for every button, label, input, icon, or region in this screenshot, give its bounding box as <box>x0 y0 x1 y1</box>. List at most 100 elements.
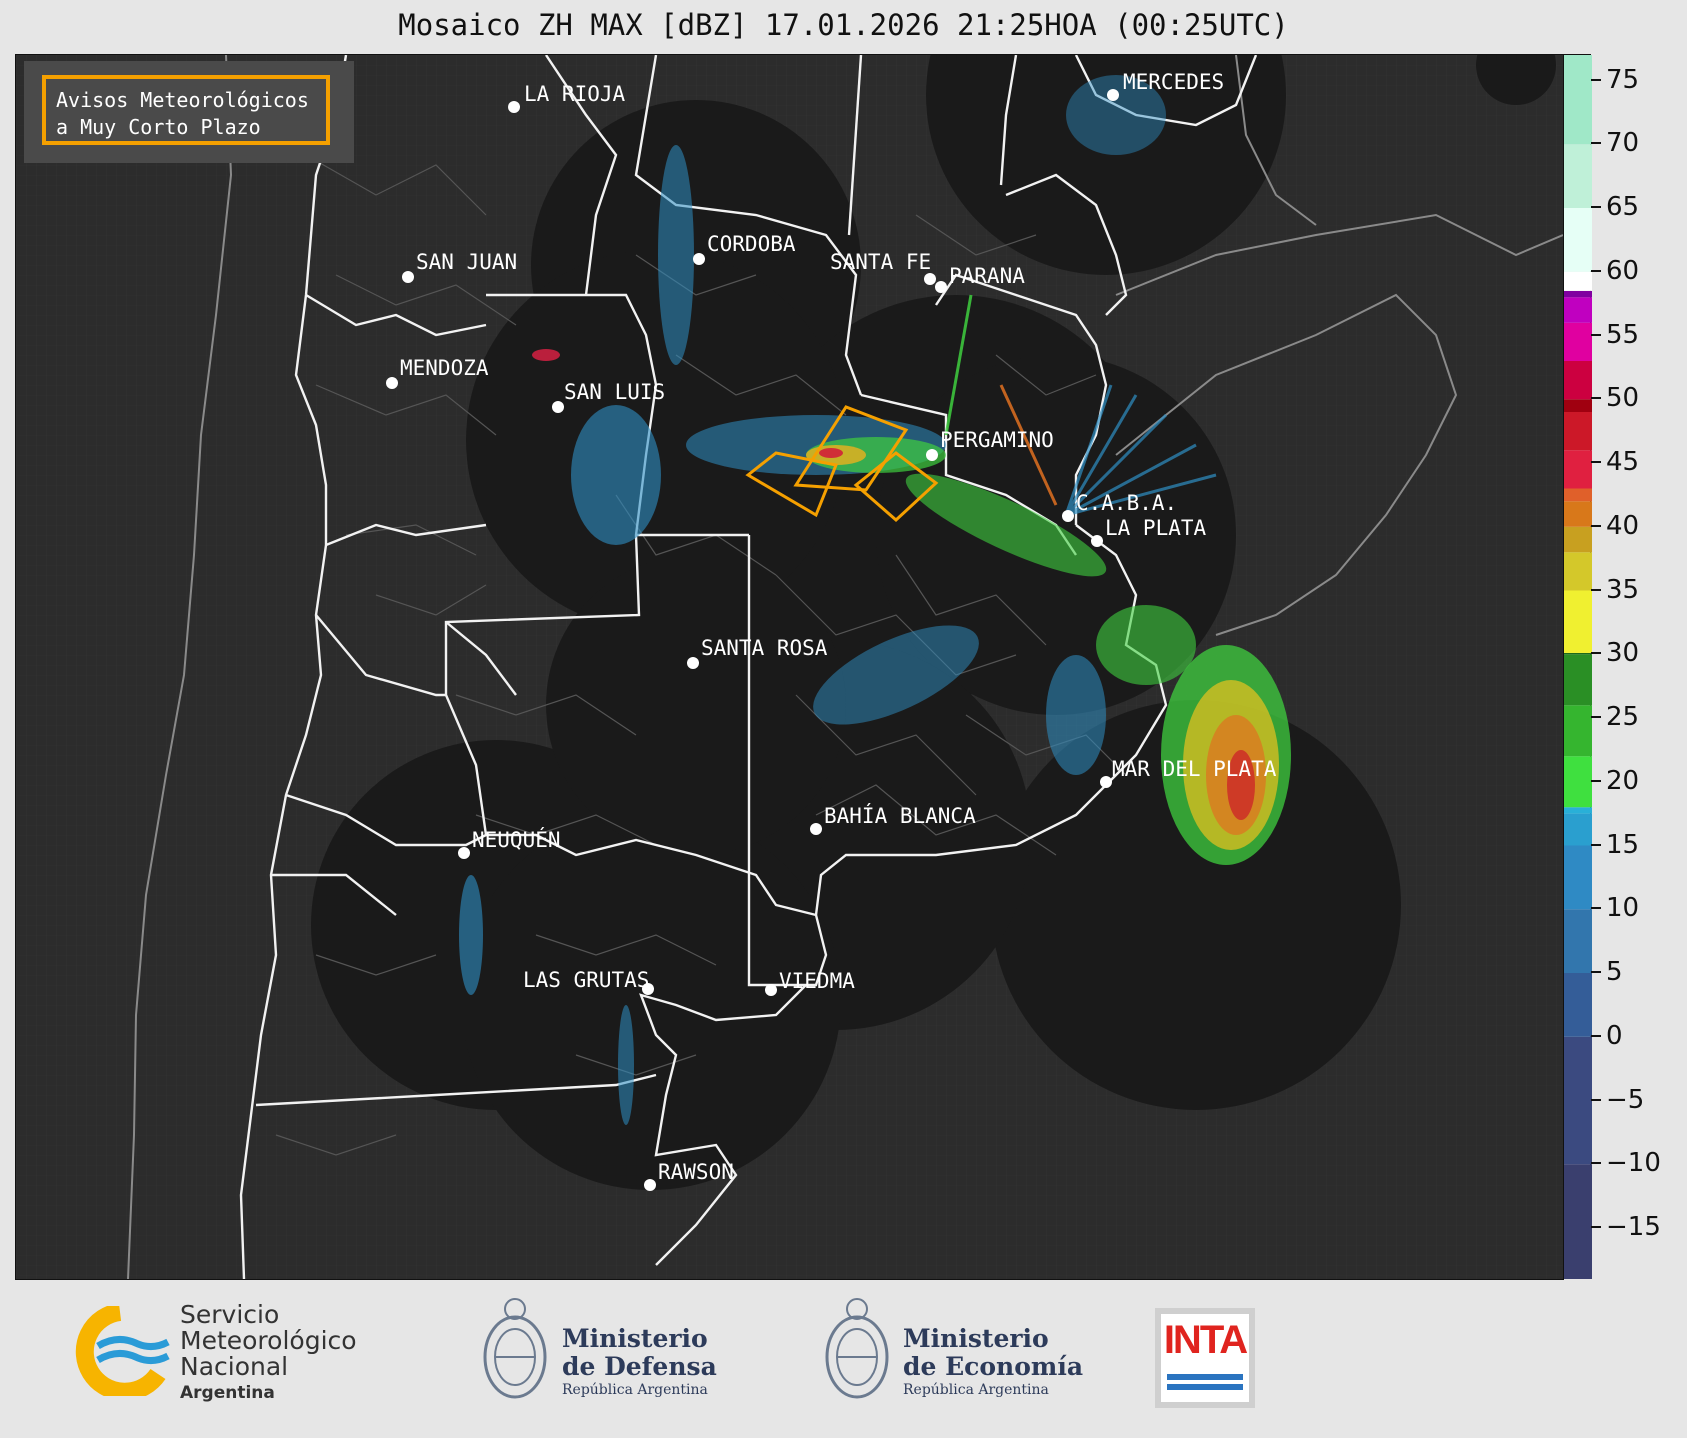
legend-box: Avisos Meteorológicos a Muy Corto Plazo <box>24 61 354 163</box>
colorbar-segment <box>1564 1036 1592 1165</box>
colorbar-tick <box>1591 333 1601 336</box>
city-marker-mercedes[interactable] <box>1107 89 1119 101</box>
economia-name: Ministerio de Economía República Argenti… <box>903 1325 1083 1399</box>
colorbar-tick-label: 15 <box>1606 829 1640 860</box>
economia-coat-of-arms-icon <box>825 1298 889 1399</box>
city-marker-san-luis[interactable] <box>552 401 564 413</box>
echo-coast-band <box>1096 605 1196 685</box>
coverage-las-grutas <box>461 810 841 1190</box>
colorbar-segment <box>1564 973 1592 1037</box>
colorbar-tick <box>1591 78 1601 81</box>
colorbar-segment <box>1564 526 1592 553</box>
colorbar-tick-label: 50 <box>1606 383 1640 414</box>
colorbar-segment <box>1564 322 1592 361</box>
city-label-santa-fe: SANTA FE <box>830 250 931 274</box>
defensa-line-2: de Defensa <box>562 1352 717 1381</box>
colorbar <box>1563 54 1592 1279</box>
colorbar-tick-label: 55 <box>1606 319 1640 350</box>
city-marker-parana[interactable] <box>935 281 947 293</box>
colorbar-tick-label: 25 <box>1606 702 1640 732</box>
echo-mendoza-red <box>532 349 560 361</box>
city-marker-mendoza[interactable] <box>386 377 398 389</box>
city-label-rawson: RAWSON <box>658 1160 734 1184</box>
inta-label: INTA <box>1163 1318 1248 1362</box>
city-label-cordoba: CORDOBA <box>707 232 796 256</box>
city-label-bah-a-blanca: BAHÍA BLANCA <box>824 803 976 828</box>
smn-name: Servicio Meteorológico Nacional Argentin… <box>180 1302 357 1406</box>
echo-las-grutas <box>618 1005 634 1125</box>
city-label-la-plata: LA PLATA <box>1105 516 1207 540</box>
map-canvas[interactable]: LA RIOJA MERCEDES SAN JUAN CORDOBA SANTA FE P… <box>16 55 1563 1279</box>
legend-warning-box: Avisos Meteorológicos a Muy Corto Plazo <box>42 75 330 145</box>
smn-line-4: Argentina <box>180 1383 275 1403</box>
city-label-parana: PARANA <box>949 264 1025 288</box>
economia-line-1: Ministerio <box>903 1324 1049 1353</box>
city-marker-la-plata[interactable] <box>1091 535 1103 547</box>
smn-line-3: Nacional <box>180 1352 289 1381</box>
colorbar-tick-label: 10 <box>1606 893 1640 924</box>
colorbar-tick-label: −15 <box>1606 1212 1661 1242</box>
legend-line-2: a Muy Corto Plazo <box>56 115 261 139</box>
colorbar-tick-label: 60 <box>1606 255 1640 286</box>
colorbar-tick <box>1591 652 1601 655</box>
colorbar-tick-label: 45 <box>1606 447 1640 477</box>
colorbar-segment <box>1564 501 1592 527</box>
city-label-neuqu-n: NEUQUÉN <box>472 827 561 852</box>
colorbar-tick <box>1591 461 1601 463</box>
city-marker-c-a-b-a[interactable] <box>1062 510 1074 522</box>
colorbar-tick-label: 35 <box>1606 574 1640 605</box>
legend-line-1: Avisos Meteorológicos <box>56 88 309 112</box>
colorbar-segment <box>1564 144 1592 208</box>
colorbar-segment <box>1564 297 1592 323</box>
colorbar-tick <box>1591 206 1601 208</box>
colorbar-segment <box>1564 807 1592 814</box>
city-marker-bah-a-blanca[interactable] <box>810 823 822 835</box>
colorbar-tick <box>1591 971 1601 973</box>
colorbar-tick-label: 30 <box>1606 638 1640 669</box>
city-marker-pergamino[interactable] <box>926 449 938 461</box>
echo-cordoba-band <box>658 145 694 365</box>
colorbar-tick <box>1591 142 1601 145</box>
colorbar-segment <box>1564 208 1592 272</box>
city-marker-santa-fe[interactable] <box>924 273 936 285</box>
city-marker-viedma[interactable] <box>765 984 777 996</box>
colorbar-segment <box>1564 909 1592 973</box>
colorbar-segment <box>1564 652 1592 655</box>
city-marker-cordoba[interactable] <box>693 253 705 265</box>
colorbar-segment <box>1564 488 1592 502</box>
colorbar-segment <box>1564 290 1592 298</box>
echo-san-luis <box>571 405 661 545</box>
colorbar-segment <box>1564 361 1592 400</box>
colorbar-tick-label: 5 <box>1606 957 1623 987</box>
city-marker-la-rioja[interactable] <box>508 101 520 113</box>
colorbar-tick <box>1591 1098 1601 1101</box>
colorbar-tick-label: 65 <box>1606 192 1640 222</box>
colorbar-tick <box>1591 1162 1601 1165</box>
city-label-c-a-b-a: C.A.B.A. <box>1076 491 1177 515</box>
colorbar-segment <box>1564 813 1592 846</box>
colorbar-segment <box>1564 399 1592 412</box>
city-marker-mar-del-plata[interactable] <box>1100 776 1112 788</box>
city-marker-san-juan[interactable] <box>402 271 414 283</box>
colorbar-tick-label: −5 <box>1606 1084 1645 1115</box>
colorbar-tick <box>1591 588 1601 591</box>
colorbar-gradient <box>1564 55 1592 1279</box>
city-label-la-rioja: LA RIOJA <box>524 82 626 106</box>
city-label-san-luis: SAN LUIS <box>564 380 665 404</box>
colorbar-tick <box>1591 907 1601 910</box>
colorbar-segment <box>1564 590 1592 653</box>
colorbar-segment <box>1564 1164 1592 1279</box>
city-label-mendoza: MENDOZA <box>400 356 489 380</box>
city-marker-neuqu-n[interactable] <box>458 847 470 859</box>
echo-neuquen <box>459 875 483 995</box>
radar-map[interactable]: LA RIOJA MERCEDES SAN JUAN CORDOBA SANTA FE P… <box>15 54 1564 1280</box>
city-marker-santa-rosa[interactable] <box>687 657 699 669</box>
colorbar-tick <box>1591 1226 1601 1228</box>
city-label-san-juan: SAN JUAN <box>416 250 517 274</box>
colorbar-tick <box>1591 716 1601 718</box>
colorbar-segment <box>1564 55 1592 145</box>
city-label-viedma: VIEDMA <box>779 969 855 993</box>
defensa-line-1: Ministerio <box>562 1324 708 1353</box>
city-marker-rawson[interactable] <box>644 1179 656 1191</box>
defensa-line-3: República Argentina <box>562 1382 708 1398</box>
